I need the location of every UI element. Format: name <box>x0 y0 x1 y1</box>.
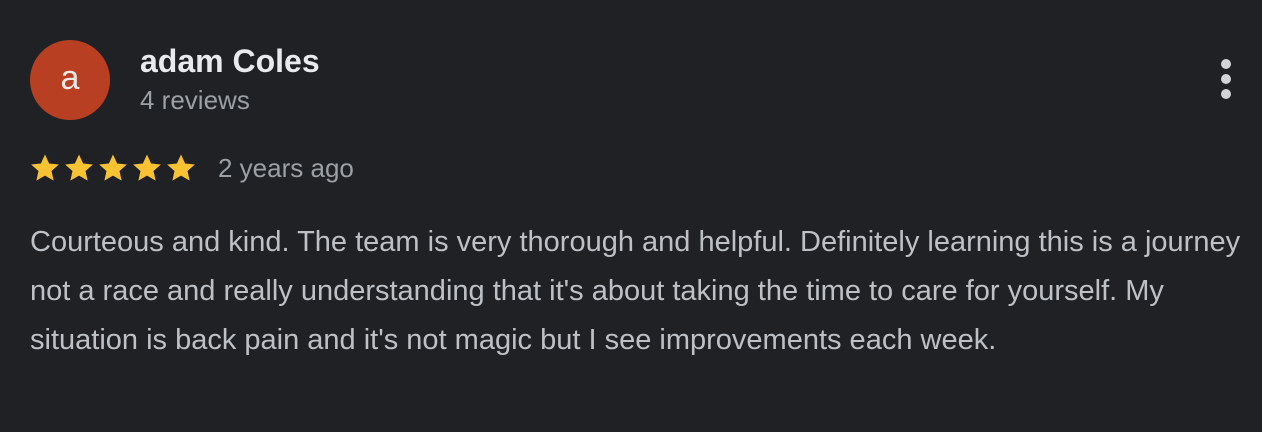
star-filled-icon <box>167 154 195 181</box>
rating-row: 2 years ago <box>28 148 354 188</box>
star-filled-icon <box>133 154 161 181</box>
star-filled-icon <box>65 154 93 181</box>
avatar[interactable]: a <box>30 40 110 120</box>
star-filled-icon <box>99 154 127 181</box>
review-text: Courteous and kind. The team is very tho… <box>30 226 1241 356</box>
review-count: 4 reviews <box>140 85 250 115</box>
more-vert-icon <box>1221 59 1231 99</box>
star-rating <box>28 151 198 185</box>
review-card: a adam Coles 4 reviews 2 years ago Court… <box>0 0 1262 432</box>
author-name[interactable]: adam Coles <box>140 41 320 81</box>
review-date: 2 years ago <box>218 153 354 183</box>
avatar-letter: a <box>60 59 80 97</box>
star-filled-icon <box>31 154 59 181</box>
more-options-button[interactable] <box>1206 54 1246 104</box>
